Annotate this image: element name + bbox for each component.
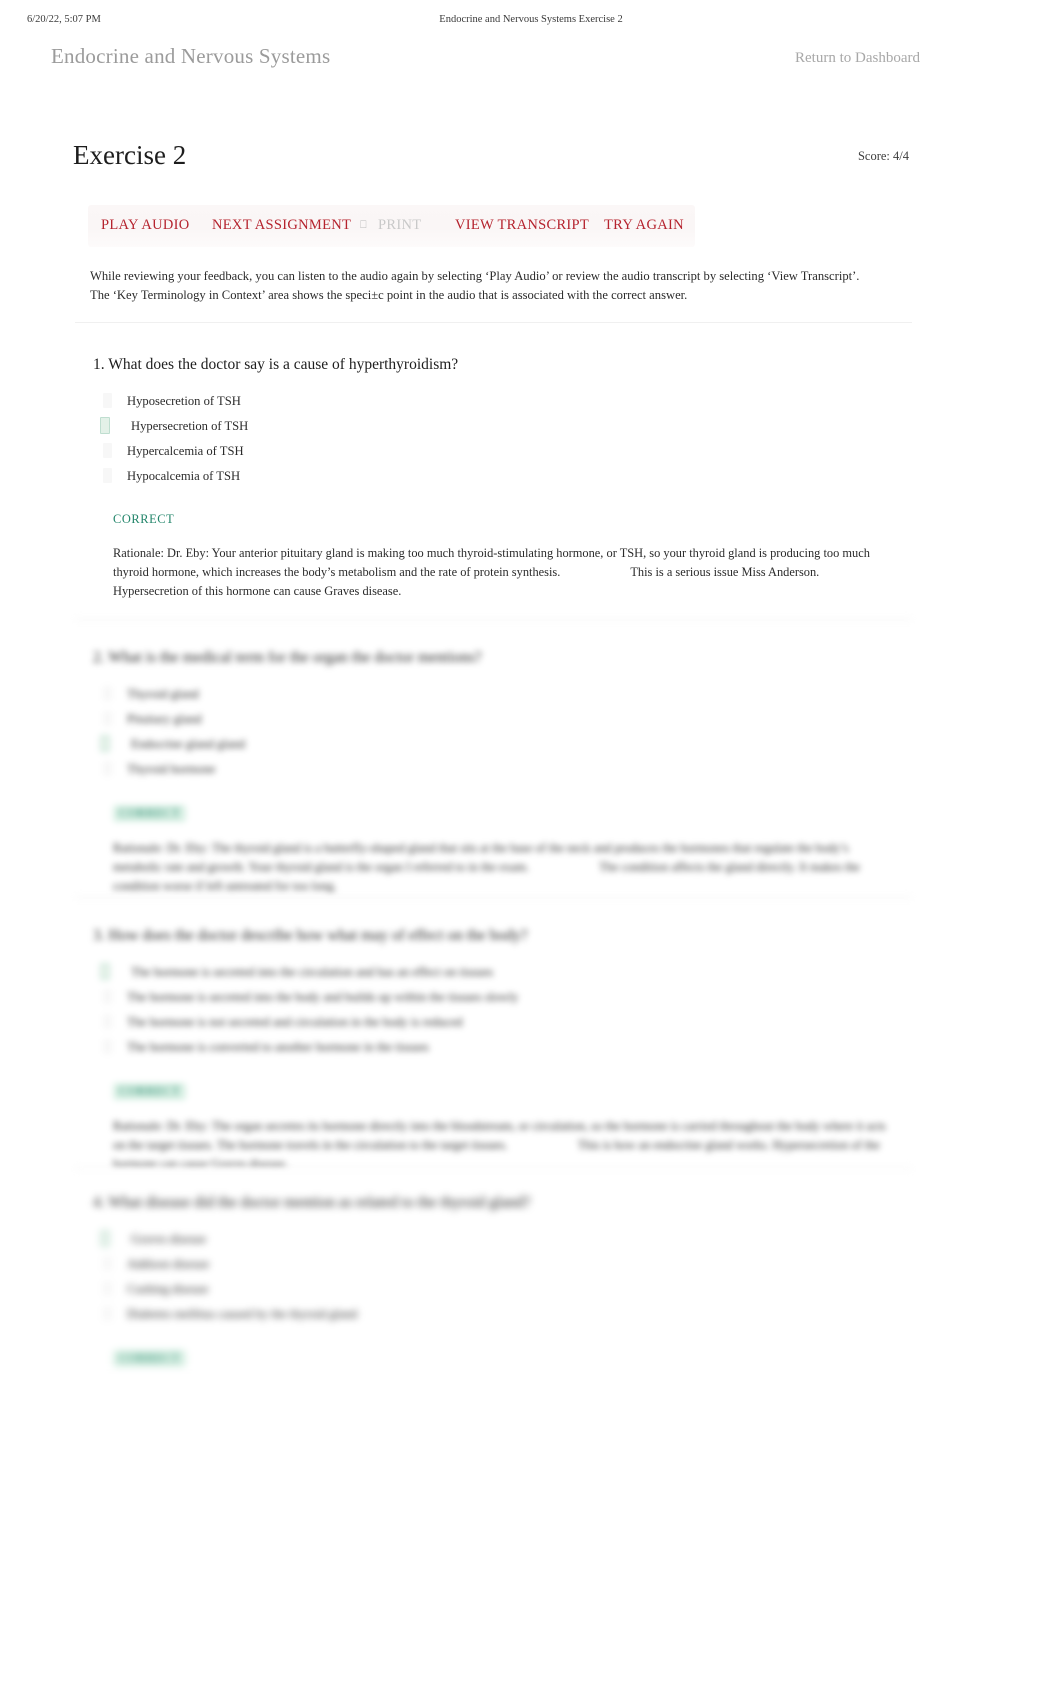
score-badge: Score: 4/4 bbox=[857, 149, 909, 163]
question-text-2: 2. What is the medical term for the orga… bbox=[93, 649, 482, 666]
radio-icon[interactable] bbox=[103, 1306, 112, 1321]
answer-option-2-3[interactable]: Endocrine gland gland bbox=[87, 732, 912, 757]
radio-icon[interactable] bbox=[103, 443, 112, 458]
answer-option-label: Hypersecretion of TSH bbox=[131, 419, 249, 433]
radio-icon[interactable] bbox=[103, 1039, 112, 1054]
rationale-line-3: Hypersecretion of this hormone can cause… bbox=[113, 584, 402, 598]
question-card-3: 3. How does the doctor describe how what… bbox=[75, 897, 912, 1171]
instructions-line-1: While reviewing your feedback, you can l… bbox=[90, 269, 860, 283]
rationale-line-1: Rationale: Dr. Eby: The organ secretes i… bbox=[113, 1119, 774, 1133]
answer-option-label: Hypocalcemia of TSH bbox=[127, 469, 241, 483]
rationale-line-2b: This is a serious issue Miss Anderson. bbox=[630, 565, 820, 579]
next-assignment-button[interactable]: NEXT ASSIGNMENT bbox=[212, 218, 351, 233]
rationale-2: Rationale: Dr. Eby: The thyroid gland is… bbox=[75, 839, 912, 896]
radio-icon[interactable] bbox=[103, 761, 112, 776]
instructions-block: While reviewing your feedback, you can l… bbox=[90, 267, 890, 305]
print-document-title: Endocrine and Nervous Systems Exercise 2 bbox=[439, 14, 623, 25]
answer-option-1-4[interactable]: Hypocalcemia of TSH bbox=[87, 464, 912, 489]
question-card-4: 4. What disease did the doctor mention a… bbox=[75, 1168, 912, 1369]
answer-option-label: The hormone is converted to another horm… bbox=[127, 1040, 429, 1054]
answer-option-3-3[interactable]: The hormone is not secreted and circulat… bbox=[87, 1010, 912, 1035]
try-again-button[interactable]: TRY AGAIN bbox=[604, 218, 684, 233]
question-text-3: 3. How does the doctor describe how what… bbox=[93, 927, 528, 944]
radio-icon[interactable] bbox=[103, 1014, 112, 1029]
answer-option-label: Thyroid hormone bbox=[127, 762, 216, 776]
view-transcript-button[interactable]: VIEW TRANSCRIPT bbox=[455, 218, 589, 233]
question-card-1: 1. What does the doctor say is a cause o… bbox=[75, 322, 912, 620]
radio-selected-icon[interactable] bbox=[100, 1230, 110, 1247]
radio-icon[interactable] bbox=[103, 1281, 112, 1296]
answer-option-label: Graves disease bbox=[131, 1232, 207, 1246]
verdict-label-4: CORRECT bbox=[75, 1350, 912, 1367]
answer-option-2-1[interactable]: Thyroid gland bbox=[87, 682, 912, 707]
answer-option-4-4[interactable]: Diabetes mellitus caused by the thyroid … bbox=[87, 1302, 912, 1327]
rationale-line-1: Rationale: Dr. Eby: Your anterior pituit… bbox=[113, 546, 821, 560]
verdict-label-2: CORRECT bbox=[75, 805, 912, 822]
answer-option-label: The hormone is secreted into the body an… bbox=[127, 990, 519, 1004]
answer-option-label: Hyposecretion of TSH bbox=[127, 394, 241, 408]
question-text-1: 1. What does the doctor say is a cause o… bbox=[93, 356, 459, 373]
answer-option-label: Hypercalcemia of TSH bbox=[127, 444, 244, 458]
answer-option-4-1[interactable]: Graves disease bbox=[87, 1227, 912, 1252]
answer-option-1-2[interactable]: Hypersecretion of TSH bbox=[87, 414, 912, 439]
brand-title: Endocrine and Nervous Systems bbox=[51, 44, 331, 68]
answer-options-4: Graves disease Addison disease Cushing d… bbox=[75, 1227, 912, 1327]
radio-icon[interactable] bbox=[103, 711, 112, 726]
verdict-label-3: CORRECT bbox=[75, 1083, 912, 1100]
answer-option-2-2[interactable]: Pituitary gland bbox=[87, 707, 912, 732]
radio-selected-icon[interactable] bbox=[100, 963, 110, 980]
verdict-pill: CORRECT bbox=[113, 1350, 187, 1367]
action-toolbar: PLAY AUDIO NEXT ASSIGNMENT ⎕ PRINT VIEW … bbox=[88, 205, 695, 247]
radio-icon[interactable] bbox=[103, 989, 112, 1004]
rationale-line-2b: The condition affects the gland directly… bbox=[599, 860, 797, 874]
page-title: Exercise 2 bbox=[73, 140, 187, 170]
rationale-line-2b: This is how an endocrine gland works. bbox=[577, 1138, 770, 1152]
answer-option-1-1[interactable]: Hyposecretion of TSH bbox=[87, 389, 912, 414]
radio-icon[interactable] bbox=[103, 1256, 112, 1271]
answer-option-label: The hormone is not secreted and circulat… bbox=[127, 1015, 463, 1029]
answer-option-label: Diabetes mellitus caused by the thyroid … bbox=[127, 1307, 358, 1321]
answer-option-3-1[interactable]: The hormone is secreted into the circula… bbox=[87, 960, 912, 985]
radio-icon[interactable] bbox=[103, 686, 112, 701]
answer-options-3: The hormone is secreted into the circula… bbox=[75, 960, 912, 1060]
missing-glyph-icon: ⎕ bbox=[360, 219, 367, 231]
radio-selected-icon[interactable] bbox=[100, 417, 110, 434]
answer-option-label: Addison disease bbox=[127, 1257, 210, 1271]
answer-option-4-3[interactable]: Cushing disease bbox=[87, 1277, 912, 1302]
radio-icon[interactable] bbox=[103, 468, 112, 483]
answer-options-1: Hyposecretion of TSH Hypersecretion of T… bbox=[75, 389, 912, 489]
answer-options-2: Thyroid gland Pituitary gland Endocrine … bbox=[75, 682, 912, 782]
return-to-dashboard-link[interactable]: Return to Dashboard bbox=[795, 50, 920, 67]
answer-option-4-2[interactable]: Addison disease bbox=[87, 1252, 912, 1277]
rationale-3: Rationale: Dr. Eby: The organ secretes i… bbox=[75, 1117, 912, 1174]
radio-selected-icon[interactable] bbox=[100, 735, 110, 752]
answer-option-1-3[interactable]: Hypercalcemia of TSH bbox=[87, 439, 912, 464]
answer-option-label: Pituitary gland bbox=[127, 712, 202, 726]
print-header: 6/20/22, 5:07 PM Endocrine and Nervous S… bbox=[0, 14, 1062, 30]
answer-option-label: Cushing disease bbox=[127, 1282, 209, 1296]
radio-icon[interactable] bbox=[103, 393, 112, 408]
site-topbar: Endocrine and Nervous Systems Return to … bbox=[0, 44, 1062, 86]
print-button[interactable]: PRINT bbox=[378, 218, 421, 233]
answer-option-label: Endocrine gland gland bbox=[131, 737, 246, 751]
play-audio-button[interactable]: PLAY AUDIO bbox=[101, 218, 190, 233]
instructions-line-2: The ‘Key Terminology in Context’ area sh… bbox=[90, 288, 688, 302]
page-title-row: Exercise 2 Score: 4/4 bbox=[0, 140, 1062, 180]
question-text-4: 4. What disease did the doctor mention a… bbox=[93, 1194, 531, 1211]
answer-option-label: Thyroid gland bbox=[127, 687, 199, 701]
answer-option-2-4[interactable]: Thyroid hormone bbox=[87, 757, 912, 782]
question-card-2: 2. What is the medical term for the orga… bbox=[75, 619, 912, 898]
answer-option-3-2[interactable]: The hormone is secreted into the body an… bbox=[87, 985, 912, 1010]
answer-option-3-4[interactable]: The hormone is converted to another horm… bbox=[87, 1035, 912, 1060]
verdict-pill: CORRECT bbox=[113, 805, 187, 822]
rationale-line-1: Rationale: Dr. Eby: The thyroid gland is… bbox=[113, 841, 795, 855]
verdict-label-1: CORRECT bbox=[113, 512, 175, 526]
verdict-pill: CORRECT bbox=[113, 1083, 187, 1100]
rationale-1: Rationale: Dr. Eby: Your anterior pituit… bbox=[75, 544, 912, 601]
answer-option-label: The hormone is secreted into the circula… bbox=[131, 965, 494, 979]
